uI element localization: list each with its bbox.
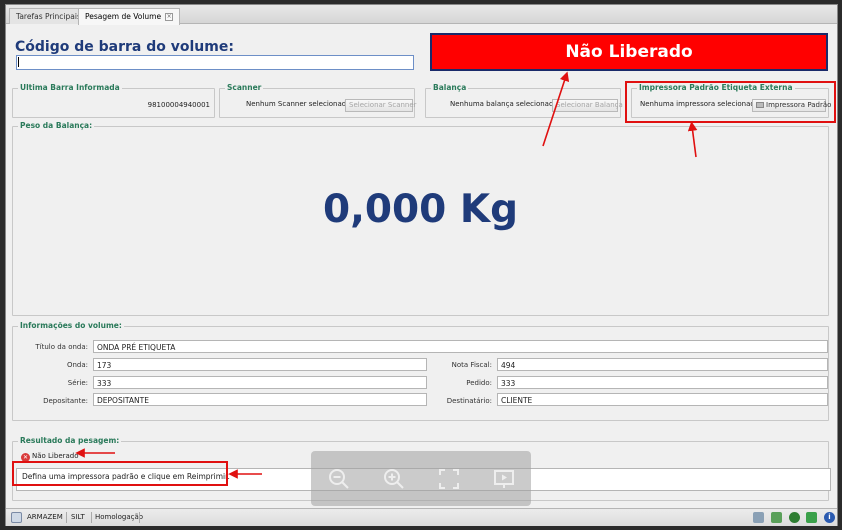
status-armazem: ARMAZEM xyxy=(27,513,63,521)
last-barcode-legend: Ultima Barra Informada xyxy=(18,83,122,92)
scale-legend: Balança xyxy=(431,83,469,92)
grid-icon[interactable] xyxy=(806,512,817,523)
zoom-in-icon[interactable] xyxy=(382,467,406,491)
slideshow-icon[interactable] xyxy=(492,467,516,491)
barcode-input[interactable] xyxy=(16,55,414,70)
tab-bar: Tarefas Principais Pesagem de Volume × xyxy=(6,5,837,25)
volume-info-legend: Informações do volume: xyxy=(18,321,124,330)
network-icon[interactable] xyxy=(753,512,764,523)
destinatario-label: Destinatário: xyxy=(446,397,492,405)
weight-group: Peso da Balança: 0,000 Kg xyxy=(12,121,829,316)
text-caret xyxy=(18,57,19,67)
fullscreen-icon[interactable] xyxy=(437,467,461,491)
status-banner: Não Liberado xyxy=(430,33,828,71)
volume-info-group: Informações do volume: Título da onda: O… xyxy=(12,321,829,421)
pedido-label: Pedido: xyxy=(466,379,492,387)
titulo-field[interactable]: ONDA PRÉ ETIQUETA xyxy=(93,340,828,353)
status-separator xyxy=(139,512,140,523)
viewer-controls-overlay xyxy=(311,451,531,506)
pedido-field[interactable]: 333 xyxy=(497,376,828,389)
globe-icon[interactable] xyxy=(789,512,800,523)
serie-label: Série: xyxy=(67,379,88,387)
computer-icon xyxy=(11,512,22,523)
depositante-label: Depositante: xyxy=(43,397,88,405)
status-separator xyxy=(91,512,92,523)
weight-display: 0,000 Kg xyxy=(322,187,519,232)
select-scanner-button[interactable]: Selecionar Scanner xyxy=(345,99,417,112)
select-scale-button[interactable]: Selecionar Balança xyxy=(552,99,623,112)
highlight-printer-box xyxy=(625,81,836,123)
titulo-label: Título da onda: xyxy=(35,343,88,351)
nota-fiscal-label: Nota Fiscal: xyxy=(451,361,492,369)
last-barcode-value: 98100004940001 xyxy=(147,101,210,109)
status-separator xyxy=(66,512,67,523)
last-barcode-group: Ultima Barra Informada 98100004940001 xyxy=(12,83,215,118)
depositante-field[interactable]: DEPOSITANTE xyxy=(93,393,427,406)
onda-field[interactable]: 173 xyxy=(93,358,427,371)
onda-label: Onda: xyxy=(66,361,88,369)
nota-fiscal-field[interactable]: 494 xyxy=(497,358,828,371)
status-environment: Homologação xyxy=(95,513,144,521)
status-bar: ARMAZEM SILT Homologação i xyxy=(6,508,837,526)
close-icon[interactable]: × xyxy=(165,13,174,21)
destinatario-field[interactable]: CLIENTE xyxy=(497,393,828,406)
scanner-group: Scanner Nenhum Scanner selecionado. Sele… xyxy=(219,83,417,118)
info-icon[interactable]: i xyxy=(824,512,835,523)
tab-label: Pesagem de Volume xyxy=(85,12,162,21)
tab-pesagem-de-volume[interactable]: Pesagem de Volume × xyxy=(78,8,181,25)
result-legend: Resultado da pesagem: xyxy=(18,436,122,445)
weight-legend: Peso da Balança: xyxy=(18,121,95,130)
tab-label: Tarefas Principais xyxy=(16,12,81,21)
scale-status: Nenhuma balança selecionada. xyxy=(450,100,560,108)
zoom-out-icon[interactable] xyxy=(327,467,351,491)
scale-group: Balança Nenhuma balança selecionada. Sel… xyxy=(425,83,623,118)
scanner-status: Nenhum Scanner selecionado. xyxy=(246,100,353,108)
barcode-title: Código de barra do volume: xyxy=(15,39,234,55)
status-silt: SILT xyxy=(71,513,85,521)
result-status-text: Não Liberado xyxy=(32,452,79,460)
scanner-legend: Scanner xyxy=(225,83,264,92)
monitor-icon[interactable] xyxy=(771,512,782,523)
tab-tarefas-principais[interactable]: Tarefas Principais xyxy=(9,8,88,24)
serie-field[interactable]: 333 xyxy=(93,376,427,389)
highlight-message-box xyxy=(12,461,228,486)
